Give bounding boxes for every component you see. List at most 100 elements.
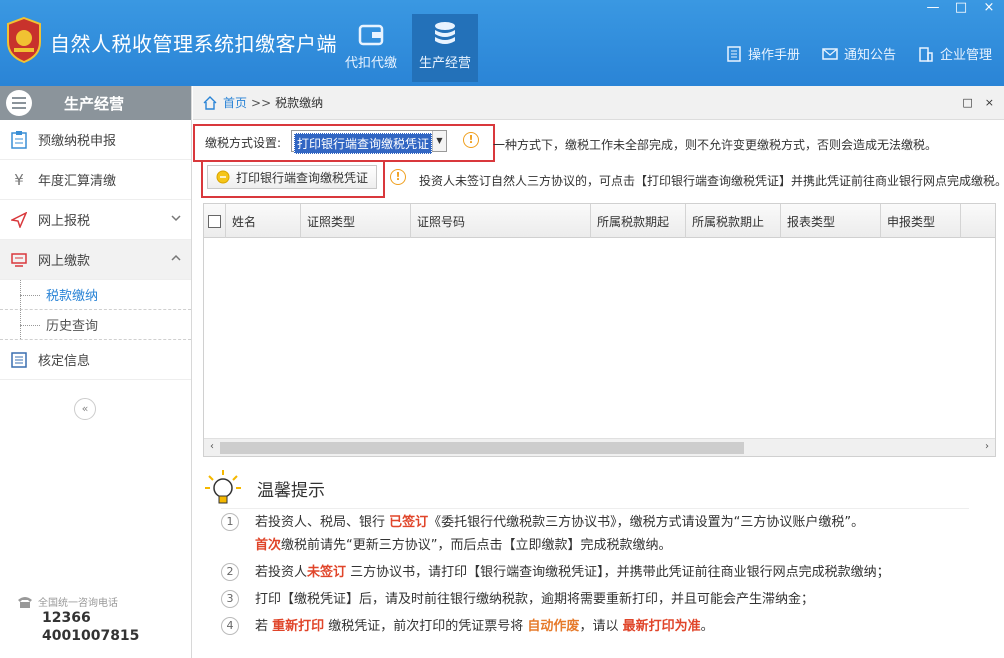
tip-item: 3 打印【缴税凭证】后，请及时前往银行缴纳税款，逾期将需要重新打印，并且可能会产生… [203,586,983,613]
tip-text: 三方协议书，请打印【银行端查询缴税凭证】，并携带此凭证前往商业银行网点完成税款缴… [346,565,890,580]
tip-line: 若 重新打印 缴税凭证，前次打印的凭证票号将 自动作废，请以 最新打印为准。 [255,615,983,638]
maximize-button[interactable]: □ [952,0,970,15]
nav-tab-production[interactable]: 生产经营 [412,14,478,82]
tip-text: 《委托银行代缴税款三方协议书》，缴税方式请设置为“三方协议账户缴税”。 [428,515,865,530]
hotline: 全国统一咨询电话 12366 4001007815 [16,594,139,645]
panel-controls: □ × [962,96,994,109]
warning-icon: ! [463,132,479,148]
menu-icon[interactable] [6,90,32,116]
hotline-label-row: 全国统一咨询电话 [16,594,139,609]
payment-method-row: 缴税方式设置: 打印银行端查询缴税凭证 ▼ ! 一种方式下，缴税工作未全部完成，… [193,122,1004,162]
column-header[interactable]: 所属税款期止 [686,204,781,238]
app-header: 自然人税收管理系统扣缴客户端 代扣代缴 生产经营 — □ × 操作手册 通知公告… [0,0,1004,86]
warning-symbol: ! [463,132,479,148]
tip-item: 1 若投资人、税局、银行 已签订《委托银行代缴税款三方协议书》，缴税方式请设置为“… [203,509,983,559]
column-header[interactable]: 所属税款期起 [591,204,686,238]
column-header[interactable]: 证照类型 [301,204,411,238]
tips-title: 温馨提示 [257,480,325,501]
sidebar-header: 生产经营 [0,86,191,120]
horizontal-scrollbar[interactable]: ‹ › [204,438,995,456]
breadcrumb-separator: >> [251,95,272,110]
close-button[interactable]: × [980,0,998,15]
warning-symbol: ! [390,169,406,185]
column-header[interactable]: 报表类型 [781,204,881,238]
table-header: 姓名 证照类型 证照号码 所属税款期起 所属税款期止 报表类型 申报类型 [204,204,995,238]
sidebar-item-online-filing[interactable]: 网上报税 [0,200,191,240]
list-icon [10,351,28,369]
sidebar-item-prepay-declare[interactable]: 预缴纳税申报 [0,120,191,160]
sidebar-item-assessment-info[interactable]: 核定信息 [0,340,191,380]
hotline-label: 全国统一咨询电话 [38,598,118,609]
scroll-left-icon[interactable]: ‹ [206,441,218,452]
enterprise-link[interactable]: 企业管理 [918,44,992,63]
payment-method-select[interactable]: 打印银行端查询缴税凭证 ▼ [291,130,447,154]
print-voucher-label: 打印银行端查询缴税凭证 [236,170,369,185]
tip-item: 4 若 重新打印 缴税凭证，前次打印的凭证票号将 自动作废，请以 最新打印为准。 [203,613,983,640]
column-header[interactable]: 姓名 [226,204,301,238]
sidebar-subitem-history[interactable]: 历史查询 [0,310,191,340]
hotline-number: 4001007815 [42,628,140,644]
tip-number: 4 [221,617,239,635]
sidebar-subitem-tax-payment[interactable]: 税款缴纳 [0,280,191,310]
tip-highlight: 已签订 [389,515,429,530]
nav-tab-withholding[interactable]: 代扣代缴 [338,14,404,82]
send-icon [10,211,28,229]
tip-number: 2 [221,563,239,581]
building-icon [919,46,933,62]
tip-number: 3 [221,590,239,608]
sidebar-collapse-button[interactable]: « [74,398,96,420]
column-header[interactable]: 证照号码 [411,204,591,238]
top-links: 操作手册 通知公告 企业管理 [726,44,992,63]
tips-header: 温馨提示 [203,468,983,508]
sidebar: 生产经营 预缴纳税申报 ¥ 年度汇算清缴 网上报税 网上缴款 税款缴纳 历史查询… [0,86,192,658]
breadcrumb-home[interactable]: 首页 [223,94,247,111]
panel-restore-button[interactable]: □ [962,96,972,109]
manual-icon [727,45,741,62]
notice-link[interactable]: 通知公告 [822,44,896,63]
dropdown-arrow-icon[interactable]: ▼ [432,131,446,151]
print-voucher-button[interactable]: 打印银行端查询缴税凭证 [207,165,377,189]
sidebar-item-annual-settlement[interactable]: ¥ 年度汇算清缴 [0,160,191,200]
payment-table: 姓名 证照类型 证照号码 所属税款期起 所属税款期止 报表类型 申报类型 ‹ › [203,203,996,457]
minimize-button[interactable]: — [924,0,942,15]
tip-number: 1 [221,513,239,531]
print-row: 打印银行端查询缴税凭证 ! 投资人未签订自然人三方协议的，可点击【打印银行端查询… [193,160,1004,198]
coins-stack-icon [435,22,455,44]
tip-line: 打印【缴税凭证】后，请及时前往银行缴纳税款，逾期将需要重新打印，并且可能会产生滞… [255,588,983,611]
tip-highlight: 自动作废 [527,619,580,634]
tip-text: 打印【缴税凭证】后，请及时前往银行缴纳税款，逾期将需要重新打印，并且可能会产生滞… [255,592,815,607]
tip-text: 若 [255,619,273,634]
tip-text: ，请以 [579,619,623,634]
chevron-up-icon [171,254,181,261]
clipboard-icon [10,130,28,149]
app-title: 自然人税收管理系统扣缴客户端 [50,32,337,56]
tip-item: 2 若投资人未签订 三方协议书，请打印【银行端查询缴税凭证】，并携带此凭证前往商业… [203,559,983,586]
tips-panel: 温馨提示 1 若投资人、税局、银行 已签订《委托银行代缴税款三方协议书》，缴税方式… [203,468,983,640]
select-all-checkbox[interactable] [208,214,221,228]
panel-close-button[interactable]: × [985,96,994,109]
hotline-number: 12366 [42,610,91,626]
tip-line: 若投资人未签订 三方协议书，请打印【银行端查询缴税凭证】，并携带此凭证前往商业银… [255,561,983,584]
nav-tab-label: 生产经营 [418,56,471,71]
chevron-down-icon [171,215,181,222]
tip-highlight: 首次 [255,538,282,553]
app-window: 自然人税收管理系统扣缴客户端 代扣代缴 生产经营 — □ × 操作手册 通知公告… [0,0,1004,658]
breadcrumb-current: 税款缴纳 [275,96,324,110]
payment-method-selected: 打印银行端查询缴税凭证 [294,133,433,154]
scroll-right-icon[interactable]: › [981,441,993,452]
column-header[interactable]: 申报类型 [881,204,961,238]
mail-icon [822,47,838,60]
manual-link-label: 操作手册 [747,48,800,63]
print-note: 投资人未签订自然人三方协议的，可点击【打印银行端查询缴税凭证】并携此凭证前往商业… [419,174,1004,188]
tip-line: 若投资人、税局、银行 已签订《委托银行代缴税款三方协议书》，缴税方式请设置为“三… [255,511,983,534]
scrollbar-thumb[interactable] [220,442,744,454]
phone-icon [18,596,32,608]
tip-highlight: 重新打印 [272,619,325,634]
manual-link[interactable]: 操作手册 [726,44,800,63]
sidebar-item-online-payment[interactable]: 网上缴款 [0,240,191,280]
tip-text: 缴税凭证，前次打印的凭证票号将 [324,619,528,634]
sidebar-item-label: 核定信息 [38,354,91,369]
sidebar-item-label: 年度汇算清缴 [38,174,117,189]
lightbulb-icon [205,470,241,504]
sidebar-title: 生产经营 [64,94,125,113]
